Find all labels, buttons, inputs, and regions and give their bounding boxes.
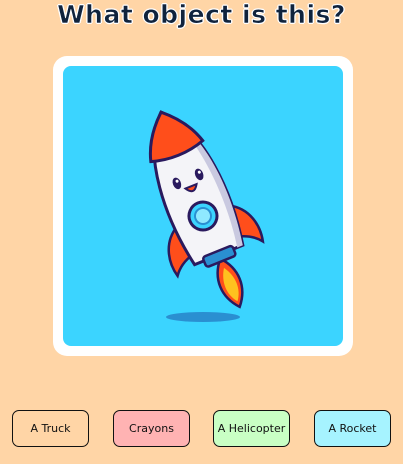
answer-label: A Helicopter xyxy=(217,422,286,435)
answer-label: A Rocket xyxy=(328,422,377,435)
rocket-icon xyxy=(148,110,265,322)
answer-crayons[interactable]: Crayons xyxy=(113,410,190,447)
answer-options: A Truck Crayons A Helicopter A Rocket xyxy=(0,410,403,450)
answer-truck[interactable]: A Truck xyxy=(12,410,89,447)
question-title: What object is this? xyxy=(57,0,346,29)
answer-label: A Truck xyxy=(30,422,71,435)
image-frame xyxy=(53,56,353,356)
answer-label: Crayons xyxy=(129,422,174,435)
answer-rocket[interactable]: A Rocket xyxy=(314,410,391,447)
question-image xyxy=(63,66,343,346)
answer-helicopter[interactable]: A Helicopter xyxy=(213,410,290,447)
